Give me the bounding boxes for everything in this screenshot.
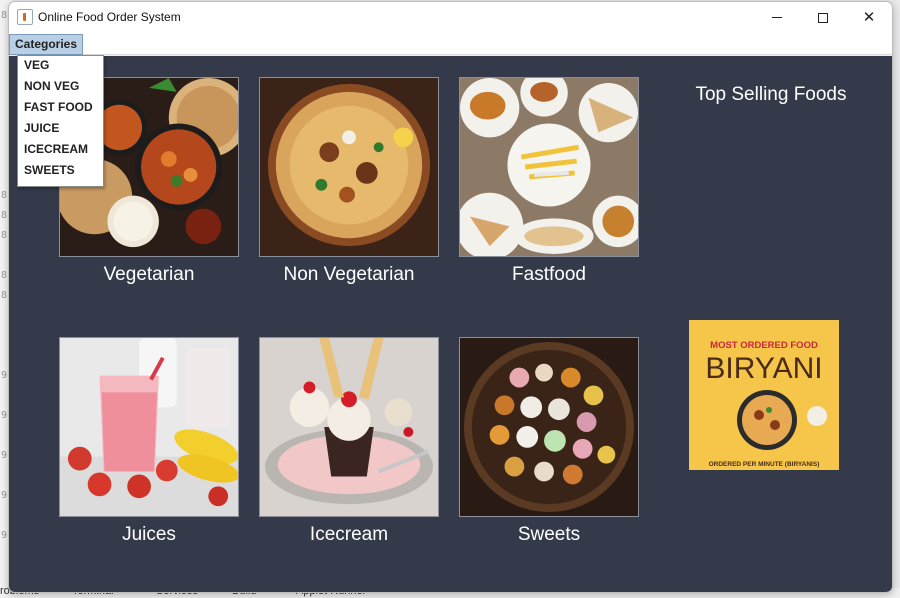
top-selling-title: Top Selling Foods — [695, 84, 847, 105]
fastfood-image[interactable] — [459, 77, 639, 257]
fastfood-icon — [460, 78, 638, 256]
non-vegetarian-label: Non Vegetarian — [283, 264, 415, 285]
menu-bar: Categories — [9, 33, 892, 55]
line-number: 8 — [1, 210, 8, 221]
promo-heading: MOST ORDERED FOOD — [710, 340, 818, 351]
icecream-icon — [260, 338, 438, 516]
line-number: 8 — [1, 270, 8, 281]
categories-dropdown: VEG NON VEG FAST FOOD JUICE ICECREAM SWE… — [17, 55, 104, 187]
juices-image[interactable] — [59, 337, 239, 517]
title-bar[interactable]: Online Food Order System ✕ — [9, 2, 892, 33]
maximize-button[interactable] — [800, 2, 846, 33]
vegetarian-label: Vegetarian — [103, 264, 195, 285]
line-number: 9 — [1, 410, 8, 421]
categories-menu[interactable]: Categories — [9, 34, 84, 55]
line-number: 9 — [1, 450, 8, 461]
menu-item-non-veg[interactable]: NON VEG — [18, 79, 103, 100]
main-panel: Vegetarian Non Vegetarian Fastfood Juice… — [9, 56, 892, 592]
java-app-icon — [17, 9, 33, 25]
biryani-promo-banner: MOST ORDERED FOOD BIRYANI ORDERED PER MI… — [689, 320, 839, 470]
promo-name: BIRYANI — [705, 352, 822, 385]
line-number: 8 — [1, 190, 8, 201]
close-button[interactable]: ✕ — [846, 2, 892, 33]
biryani-food-icon — [260, 78, 438, 256]
menu-item-juice[interactable]: JUICE — [18, 121, 103, 142]
minimize-button[interactable] — [754, 2, 800, 33]
line-number: 9 — [1, 530, 8, 541]
line-number: 8 — [1, 290, 8, 301]
menu-item-icecream[interactable]: ICECREAM — [18, 142, 103, 163]
icecream-label: Icecream — [309, 524, 389, 545]
maximize-icon — [818, 12, 828, 23]
sweets-icon — [460, 338, 638, 516]
promo-footer: ORDERED PER MINUTE (BIRYANIS) — [709, 461, 820, 468]
menu-item-fast-food[interactable]: FAST FOOD — [18, 100, 103, 121]
close-icon: ✕ — [862, 8, 876, 26]
line-number: 9 — [1, 370, 8, 381]
juice-icon — [60, 338, 238, 516]
fastfood-label: Fastfood — [512, 264, 586, 285]
line-number: 8 — [1, 10, 8, 21]
line-number: 9 — [1, 490, 8, 501]
line-number: 8 — [1, 230, 8, 241]
menu-item-sweets[interactable]: SWEETS — [18, 163, 103, 184]
menu-item-veg[interactable]: VEG — [18, 58, 103, 79]
app-window: Online Food Order System ✕ Categories Ve… — [8, 1, 893, 593]
window-title: Online Food Order System — [38, 10, 181, 24]
sweets-image[interactable] — [459, 337, 639, 517]
juices-label: Juices — [122, 524, 176, 545]
top-selling-promo[interactable]: MOST ORDERED FOOD BIRYANI ORDERED PER MI… — [689, 320, 839, 470]
sweets-label: Sweets — [517, 524, 581, 545]
icecream-image[interactable] — [259, 337, 439, 517]
non-vegetarian-image[interactable] — [259, 77, 439, 257]
minimize-icon — [772, 17, 782, 18]
